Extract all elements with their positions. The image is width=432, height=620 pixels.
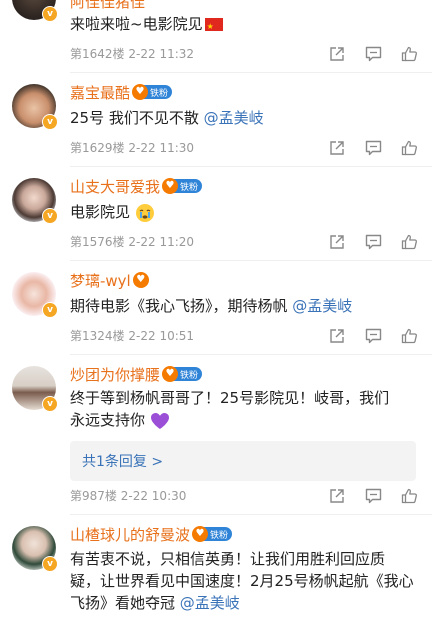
username[interactable]: 阿佳佳猪佳 [70, 0, 145, 12]
username[interactable]: 炒团为你撑腰 [70, 364, 160, 385]
divider [70, 72, 432, 73]
avatar[interactable]: v [12, 0, 58, 22]
comment-meta: 第1576楼 2-22 11:20 [70, 232, 194, 252]
comment-text: 来啦来啦~电影院见 [70, 13, 416, 38]
share-icon [330, 489, 344, 503]
comment-meta: 第1642楼 2-22 11:32 [70, 44, 194, 64]
username[interactable]: 山楂球儿的舒曼波 [70, 524, 190, 545]
comment-time: 11:32 [159, 47, 195, 61]
comment-text: 终于等到杨帆哥哥了！25号影院见！岐哥，我们永远支持你 [70, 389, 390, 429]
divider [70, 514, 432, 515]
username[interactable]: 梦璃-wyl [70, 270, 131, 291]
comment-meta: 第1629楼 2-22 11:30 [70, 138, 194, 158]
fan-badge: ♥ 铁粉 [132, 84, 173, 100]
comment-icon [365, 328, 381, 344]
like-button[interactable] [400, 327, 418, 345]
comment-date: 2-22 [120, 489, 148, 503]
comment-text: 期待电影《我心飞扬》，期待杨帆 @孟美岐 [70, 297, 353, 315]
share-icon [330, 235, 344, 249]
verified-icon: v [42, 556, 58, 572]
like-icon [401, 488, 417, 504]
mention-link[interactable]: @孟美岐 [292, 297, 352, 315]
china-flag-icon [204, 16, 223, 38]
avatar[interactable]: v [12, 366, 58, 412]
comment-button[interactable] [364, 233, 382, 251]
comment-meta: 第1324楼 2-22 10:51 [70, 326, 194, 346]
comment-icon [365, 488, 381, 504]
divider [70, 260, 432, 261]
mention-link[interactable]: @孟美岐 [204, 109, 264, 127]
like-icon [401, 140, 417, 156]
share-button[interactable] [328, 327, 346, 345]
comment-text: 25号 我们不见不散 @孟美岐 [70, 109, 264, 127]
verified-icon: v [42, 302, 58, 318]
fan-badge: ♥ 铁粉 [192, 526, 233, 542]
share-button[interactable] [328, 233, 346, 251]
comment-time: 10:30 [151, 489, 187, 503]
comment-button[interactable] [364, 327, 382, 345]
purple-heart-icon [150, 412, 169, 429]
comment-icon [365, 46, 381, 62]
verified-icon: v [42, 396, 58, 412]
comment-button[interactable] [364, 487, 382, 505]
like-icon [401, 46, 417, 62]
share-icon [330, 141, 344, 155]
like-button[interactable] [400, 487, 418, 505]
floor-number: 第1324楼 [70, 329, 125, 343]
floor-number: 第987楼 [70, 489, 117, 503]
share-icon [330, 47, 344, 61]
fan-badge: ♥ 铁粉 [162, 178, 203, 194]
comment-date: 2-22 [128, 141, 156, 155]
avatar[interactable]: v [12, 526, 58, 572]
avatar[interactable]: v [12, 84, 58, 130]
divider [70, 166, 432, 167]
share-icon [330, 329, 344, 343]
comment-button[interactable] [364, 139, 382, 157]
comment-date: 2-22 [128, 235, 156, 249]
heart-icon: ♥ [162, 178, 179, 194]
comment-time: 11:30 [159, 141, 195, 155]
avatar[interactable]: v [12, 272, 58, 318]
like-icon [401, 234, 417, 250]
fan-badge: ♥ [132, 272, 153, 288]
share-button[interactable] [328, 487, 346, 505]
heart-icon: ♥ [192, 526, 209, 542]
floor-number: 第1629楼 [70, 141, 125, 155]
floor-number: 第1576楼 [70, 235, 125, 249]
username[interactable]: 山支大哥爱我 [70, 176, 160, 197]
view-replies-button[interactable]: 共1条回复 > [70, 441, 416, 481]
like-button[interactable] [400, 45, 418, 63]
share-button[interactable] [328, 139, 346, 157]
heart-icon: ♥ [132, 272, 149, 288]
comment-time: 10:51 [159, 329, 195, 343]
comment-date: 2-22 [128, 329, 156, 343]
verified-icon: v [42, 6, 58, 22]
verified-icon: v [42, 114, 58, 130]
comment-time: 11:20 [159, 235, 195, 249]
share-button[interactable] [328, 45, 346, 63]
avatar[interactable]: v [12, 178, 58, 224]
heart-icon: ♥ [132, 84, 149, 100]
heart-icon: ♥ [162, 366, 179, 382]
mention-link[interactable]: @孟美岐 [180, 594, 240, 612]
comment-icon [365, 140, 381, 156]
comment-text: 电影院见 [70, 201, 416, 223]
like-button[interactable] [400, 139, 418, 157]
username[interactable]: 嘉宝最酷 [70, 82, 130, 103]
comment-button[interactable] [364, 45, 382, 63]
divider [70, 354, 432, 355]
floor-number: 第1642楼 [70, 47, 125, 61]
like-icon [401, 328, 417, 344]
fan-badge: ♥ 铁粉 [162, 366, 203, 382]
comment-meta: 第987楼 2-22 10:30 [70, 486, 186, 506]
verified-icon: v [42, 208, 58, 224]
like-button[interactable] [400, 233, 418, 251]
comment-icon [365, 234, 381, 250]
comment-feed: v 阿佳佳猪佳 来啦来啦~电影院见 第1642楼 2-22 11:32 [0, 0, 432, 620]
comment-text: 有苦衷不说，只相信英勇！让我们用胜利回应质疑，让世界看见中国速度！2月25号杨帆… [70, 550, 414, 612]
crying-face-icon [135, 203, 154, 222]
comment-date: 2-22 [128, 47, 156, 61]
